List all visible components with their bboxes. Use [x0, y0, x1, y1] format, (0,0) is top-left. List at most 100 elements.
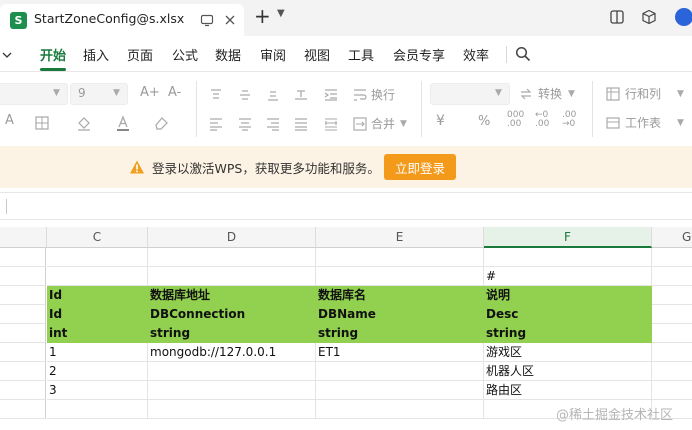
- search-icon[interactable]: [515, 46, 531, 62]
- cell-e[interactable]: [316, 362, 484, 381]
- merge-cells-icon[interactable]: [352, 116, 368, 132]
- row-header[interactable]: [0, 343, 46, 362]
- new-tab-button[interactable]: +: [254, 4, 271, 28]
- font-name-select[interactable]: ▼: [0, 83, 68, 105]
- row-header[interactable]: [0, 400, 46, 419]
- cell-c[interactable]: [47, 248, 148, 267]
- align-left-icon[interactable]: [208, 116, 224, 132]
- cell-d[interactable]: [148, 381, 316, 400]
- column-header-d[interactable]: D: [148, 227, 316, 248]
- borders-icon[interactable]: [34, 115, 50, 131]
- column-header-e[interactable]: E: [316, 227, 484, 248]
- cell-c[interactable]: 3: [47, 381, 148, 400]
- cell-e[interactable]: [316, 248, 484, 267]
- cell-e[interactable]: [316, 267, 484, 286]
- package-icon[interactable]: [641, 9, 657, 25]
- column-header-f[interactable]: F: [484, 227, 652, 248]
- cell-d[interactable]: 数据库地址: [148, 286, 316, 305]
- cell-f[interactable]: string: [484, 324, 652, 343]
- cell-d[interactable]: [148, 248, 316, 267]
- cell-g[interactable]: [652, 324, 692, 343]
- align-middle-icon[interactable]: [237, 87, 253, 103]
- formula-input[interactable]: [12, 196, 682, 217]
- login-button[interactable]: 立即登录: [384, 154, 456, 180]
- worksheet-chevron-icon[interactable]: ▼: [677, 118, 684, 128]
- menu-view[interactable]: 视图: [304, 45, 330, 64]
- convert-chevron-icon[interactable]: ▼: [568, 89, 575, 99]
- row-header[interactable]: [0, 324, 46, 343]
- tab-list-chevron-icon[interactable]: ▼: [277, 8, 285, 19]
- worksheet-label[interactable]: 工作表: [625, 114, 661, 131]
- align-top-icon[interactable]: [208, 87, 224, 103]
- font-color-icon[interactable]: [115, 115, 131, 131]
- cell-d[interactable]: string: [148, 324, 316, 343]
- cell-f[interactable]: 路由区: [484, 381, 652, 400]
- menu-home[interactable]: 开始: [40, 45, 66, 64]
- cell-f[interactable]: [484, 248, 652, 267]
- cell-f[interactable]: 说明: [484, 286, 652, 305]
- cell-e[interactable]: 数据库名: [316, 286, 484, 305]
- convert-icon[interactable]: [518, 86, 534, 102]
- cell-c[interactable]: Id: [47, 286, 148, 305]
- currency-format-icon[interactable]: ¥: [436, 113, 445, 129]
- indent-icon[interactable]: [323, 87, 339, 103]
- document-tab[interactable]: S StartZoneConfig@s.xlsx: [0, 4, 244, 36]
- cell-f[interactable]: #: [484, 267, 652, 286]
- panel-layout-icon[interactable]: [609, 9, 625, 25]
- align-center-icon[interactable]: [237, 116, 253, 132]
- cell-f[interactable]: 游戏区: [484, 343, 652, 362]
- increase-font-button[interactable]: A+: [140, 85, 160, 100]
- align-right-icon[interactable]: [265, 116, 281, 132]
- cell-c[interactable]: [47, 400, 148, 419]
- menu-review[interactable]: 审阅: [260, 45, 286, 64]
- wrap-text-label[interactable]: 换行: [371, 86, 395, 103]
- row-header[interactable]: [0, 248, 46, 267]
- row-header[interactable]: [0, 362, 46, 381]
- worksheet-icon[interactable]: [605, 115, 621, 131]
- cell-c[interactable]: 2: [47, 362, 148, 381]
- row-header[interactable]: [0, 267, 46, 286]
- window-mode-icon[interactable]: [200, 13, 214, 27]
- row-header[interactable]: [0, 381, 46, 400]
- cell-d[interactable]: [148, 400, 316, 419]
- cell-g[interactable]: [652, 381, 692, 400]
- cell-g[interactable]: [652, 305, 692, 324]
- menu-efficiency[interactable]: 效率: [463, 45, 489, 64]
- row-header[interactable]: [0, 305, 46, 324]
- user-avatar[interactable]: [675, 8, 692, 26]
- rows-columns-label[interactable]: 行和列: [625, 85, 661, 102]
- cell-d[interactable]: DBConnection: [148, 305, 316, 324]
- fill-color-icon[interactable]: [76, 115, 92, 131]
- cell-g[interactable]: [652, 362, 692, 381]
- cell-e[interactable]: string: [316, 324, 484, 343]
- rows-columns-chevron-icon[interactable]: ▼: [677, 89, 684, 99]
- cell-d[interactable]: [148, 267, 316, 286]
- cell-e[interactable]: DBName: [316, 305, 484, 324]
- menu-tools[interactable]: 工具: [348, 45, 374, 64]
- cell-c[interactable]: [47, 267, 148, 286]
- cell-g[interactable]: [652, 248, 692, 267]
- cell-f[interactable]: Desc: [484, 305, 652, 324]
- thousands-format-icon[interactable]: 000.00: [507, 111, 524, 129]
- increase-decimal-icon[interactable]: ←0.00: [535, 111, 549, 129]
- align-bottom-icon[interactable]: [265, 87, 281, 103]
- select-all-corner[interactable]: [0, 227, 47, 248]
- column-header-c[interactable]: C: [47, 227, 148, 248]
- column-header-g[interactable]: G: [652, 227, 692, 248]
- justify-icon[interactable]: [293, 116, 309, 132]
- menu-data[interactable]: 数据: [215, 45, 241, 64]
- cell-e[interactable]: [316, 400, 484, 419]
- cell-g[interactable]: [652, 343, 692, 362]
- cell-c[interactable]: int: [47, 324, 148, 343]
- percent-format-icon[interactable]: %: [478, 114, 490, 129]
- cell-e[interactable]: ET1: [316, 343, 484, 362]
- cell-g[interactable]: [652, 286, 692, 305]
- menu-page[interactable]: 页面: [127, 45, 153, 64]
- strikethrough-icon[interactable]: A: [5, 113, 14, 128]
- clear-format-icon[interactable]: [153, 115, 169, 131]
- font-size-select[interactable]: 9 ▼: [70, 83, 128, 105]
- decrease-decimal-icon[interactable]: .00 →0: [562, 111, 576, 129]
- menu-formulas[interactable]: 公式: [172, 45, 198, 64]
- distributed-align-icon[interactable]: [323, 116, 339, 132]
- text-direction-icon[interactable]: [293, 87, 309, 103]
